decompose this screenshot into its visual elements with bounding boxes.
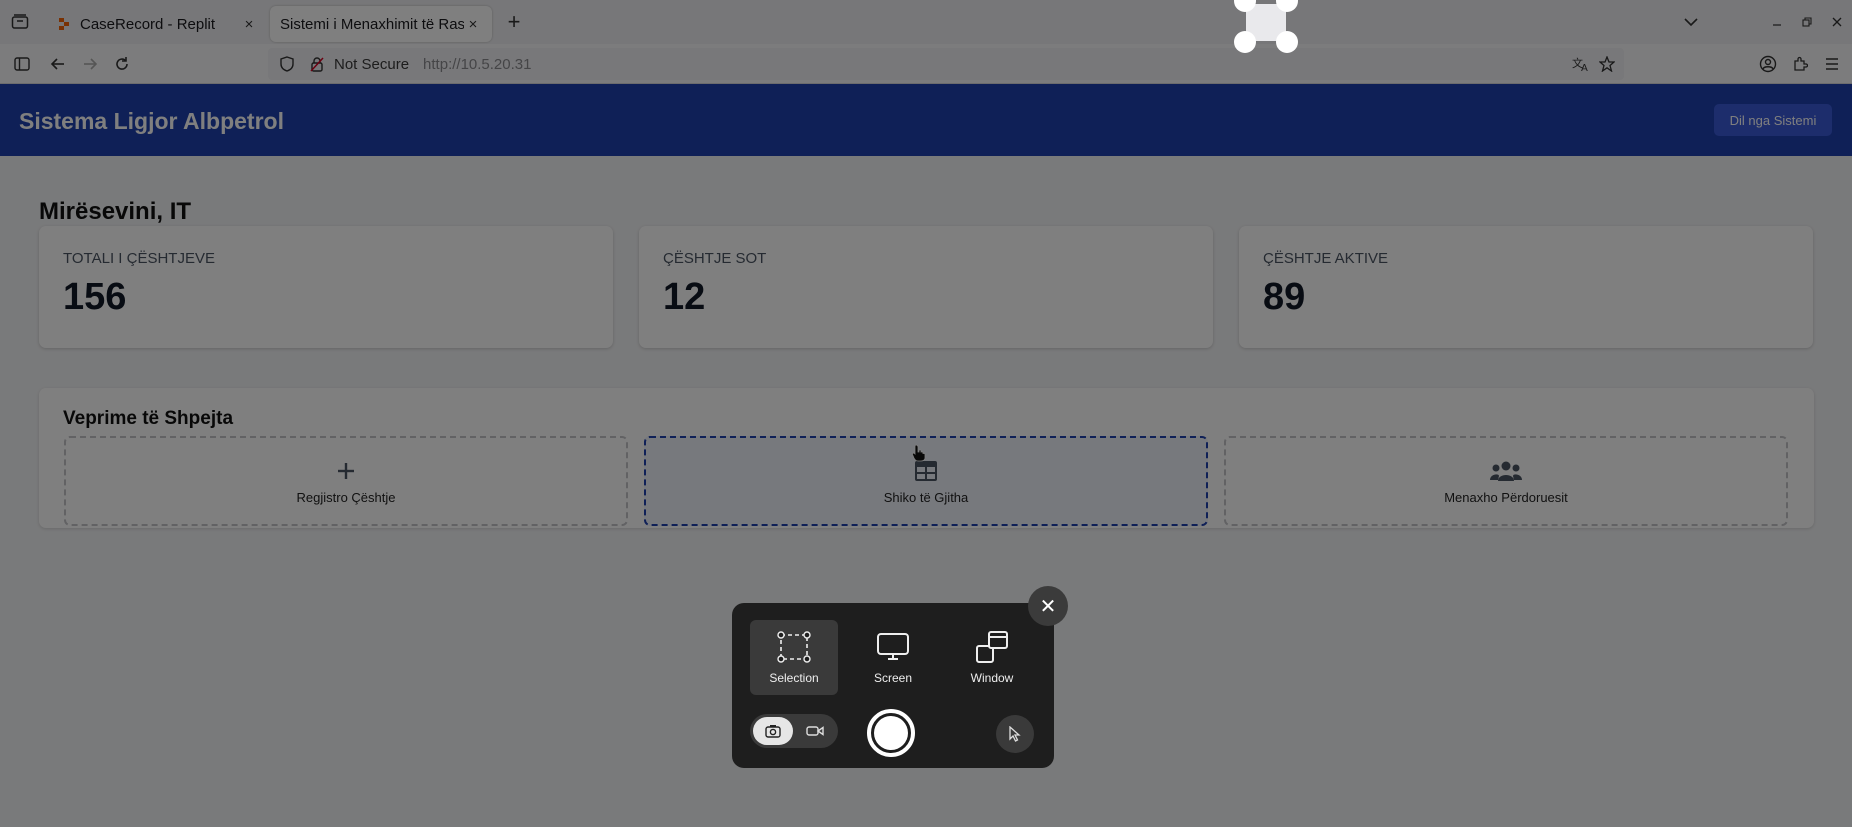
screenshot-toolbar: Selection Screen Window [732, 603, 1054, 768]
minimize-icon[interactable] [1762, 7, 1792, 37]
browser-nav-bar: Not Secure http://10.5.20.31 文A [0, 44, 1852, 84]
not-secure-label: Not Secure [334, 55, 410, 73]
selection-mode-button[interactable]: Selection [750, 620, 838, 695]
stat-card-active: ÇËSHTJE AKTIVE 89 [1239, 226, 1813, 348]
selection-icon [777, 629, 811, 665]
close-window-icon[interactable] [1822, 7, 1852, 37]
window-mode-button[interactable]: Window [948, 620, 1036, 695]
reload-icon[interactable] [106, 48, 138, 80]
capture-type-toggle[interactable] [750, 714, 838, 748]
stat-label: ÇËSHTJE AKTIVE [1263, 250, 1389, 267]
browser-tab-active[interactable]: Sistemi i Menaxhimit të Rast × [270, 6, 492, 42]
tracking-shield-icon[interactable] [274, 51, 300, 77]
mode-label: Window [970, 671, 1014, 685]
welcome-heading: Mirësevini, IT [39, 198, 192, 225]
sidebar-toggle-icon[interactable] [6, 48, 38, 80]
quick-actions-title: Veprime të Shpejta [63, 408, 234, 429]
close-tab-icon[interactable]: × [240, 15, 258, 33]
video-camera-icon[interactable] [795, 717, 835, 745]
replit-favicon-icon [56, 16, 72, 32]
account-icon[interactable] [1752, 48, 1784, 80]
users-icon [1490, 458, 1522, 484]
quick-action-label: Shiko të Gjitha [883, 489, 969, 505]
restore-icon[interactable] [1792, 7, 1822, 37]
tab-title: CaseRecord - Replit [80, 15, 216, 33]
stat-value: 12 [663, 276, 706, 318]
plus-icon [336, 458, 356, 484]
stat-value: 89 [1263, 276, 1306, 318]
back-icon[interactable] [42, 48, 74, 80]
mode-label: Screen [873, 671, 913, 685]
app-title: Sistema Ligjor Albpetrol [19, 108, 284, 134]
forward-icon[interactable] [74, 48, 106, 80]
window-controls [1676, 0, 1852, 44]
stat-card-today: ÇËSHTJE SOT 12 [639, 226, 1213, 348]
url-text[interactable]: http://10.5.20.31 [423, 56, 531, 73]
capture-button[interactable] [867, 709, 915, 757]
capture-button-inner [874, 716, 908, 750]
monitor-icon [876, 629, 910, 665]
insecure-lock-icon[interactable] [304, 51, 330, 77]
tab-list-icon[interactable] [2, 4, 38, 40]
tab-title: Sistemi i Menaxhimit të Rast [280, 15, 464, 33]
stat-value: 156 [63, 276, 127, 318]
app-header: Sistema Ligjor Albpetrol Dil nga Sistemi [0, 84, 1852, 156]
translate-icon[interactable]: 文A [1568, 51, 1594, 77]
stat-label: ÇËSHTJE SOT [663, 250, 767, 267]
extensions-icon[interactable] [1784, 48, 1816, 80]
register-case-button[interactable]: Regjistro Çështje [64, 436, 628, 526]
menu-icon[interactable] [1816, 48, 1848, 80]
tab-overflow-chevron-icon[interactable] [1676, 7, 1706, 37]
quick-action-label: Menaxho Përdoruesit [1444, 489, 1568, 505]
browser-tab-bar: CaseRecord - Replit × Sistemi i Menaxhim… [0, 0, 1852, 44]
stat-label: TOTALI I ÇËSHTJEVE [63, 250, 215, 267]
close-screenshot-button[interactable]: ✕ [1028, 586, 1068, 626]
hand-cursor-icon [912, 444, 926, 467]
manage-users-button[interactable]: Menaxho Përdoruesit [1224, 436, 1788, 526]
selection-handle[interactable] [1276, 31, 1298, 53]
logout-button[interactable]: Dil nga Sistemi [1714, 104, 1832, 136]
quick-actions-panel: Veprime të Shpejta Regjistro Çështje Shi… [39, 388, 1814, 528]
window-icon [975, 629, 1009, 665]
camera-icon[interactable] [753, 717, 793, 745]
svg-text:A: A [1581, 63, 1588, 72]
address-bar[interactable]: Not Secure http://10.5.20.31 文A [268, 48, 1624, 80]
selection-handle[interactable] [1234, 31, 1256, 53]
mode-label: Selection [769, 671, 819, 685]
new-tab-button[interactable]: + [500, 8, 528, 36]
browser-tab[interactable]: CaseRecord - Replit × [46, 6, 268, 42]
close-tab-icon[interactable]: × [464, 15, 482, 33]
quick-action-label: Regjistro Çështje [296, 489, 396, 505]
screen-mode-button[interactable]: Screen [849, 620, 937, 695]
show-pointer-icon[interactable] [996, 715, 1034, 753]
stat-card-total: TOTALI I ÇËSHTJEVE 156 [39, 226, 613, 348]
view-all-button[interactable]: Shiko të Gjitha [644, 436, 1208, 526]
bookmark-star-icon[interactable] [1594, 51, 1620, 77]
